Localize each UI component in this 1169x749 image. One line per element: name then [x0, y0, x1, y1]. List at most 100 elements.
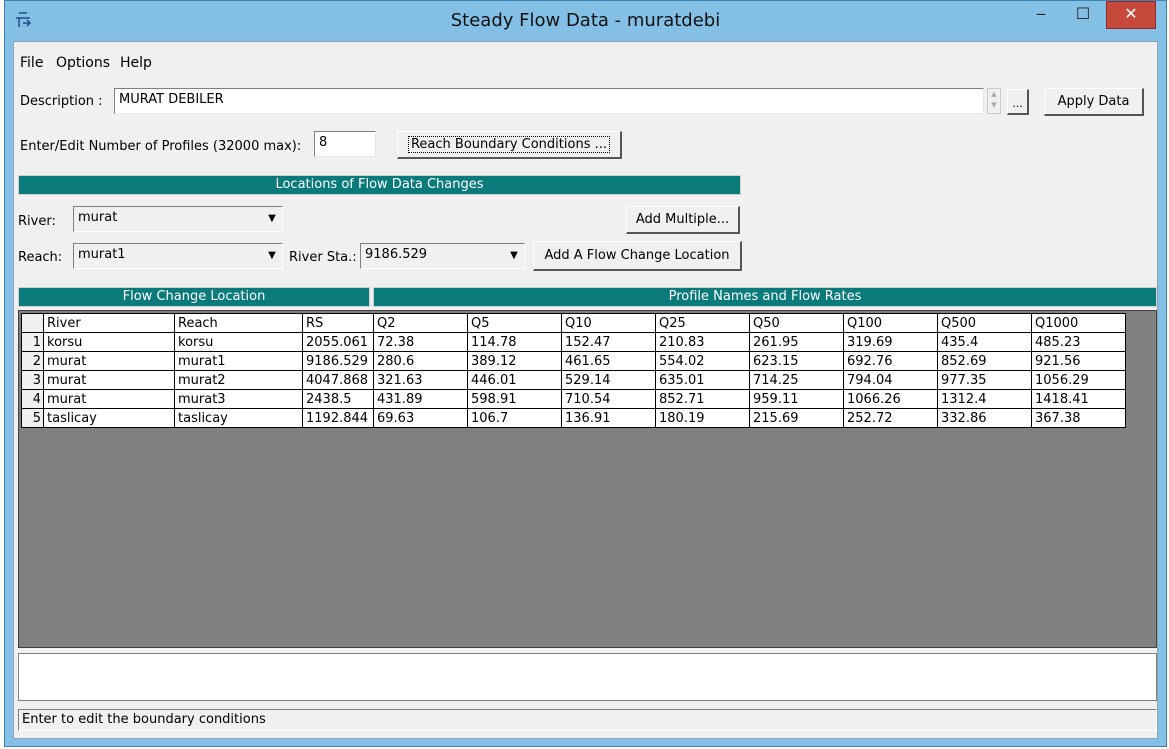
column-header[interactable]: Q2	[373, 313, 468, 333]
table-cell[interactable]: 9186.529	[302, 351, 374, 371]
table-cell[interactable]: murat1	[174, 351, 303, 371]
description-input[interactable]: MURAT DEBILER	[114, 88, 984, 114]
table-cell[interactable]: 261.95	[749, 332, 844, 352]
table-cell[interactable]: korsu	[174, 332, 303, 352]
minimize-button[interactable]: ‒	[1021, 1, 1061, 29]
column-header[interactable]: Q25	[655, 313, 750, 333]
table-row[interactable]: 1 korsu korsu 2055.061 72.38 114.78 152.47 210.…	[21, 332, 1126, 352]
table-cell[interactable]: 389.12	[467, 351, 562, 371]
description-scroll[interactable]: ▲ ▼	[987, 88, 1001, 114]
table-cell[interactable]: 431.89	[373, 389, 468, 409]
table-cell[interactable]: 921.56	[1031, 351, 1126, 371]
river-station-select[interactable]: 9186.529 ▼	[360, 243, 525, 269]
table-cell[interactable]: 1056.29	[1031, 370, 1126, 390]
title-bar[interactable]: Steady Flow Data - muratdebi ‒ ☐ ✕	[5, 1, 1166, 41]
table-row[interactable]: 4 murat murat3 2438.5 431.89 598.91 710.54 852.…	[21, 389, 1126, 409]
table-cell[interactable]: 4047.868	[302, 370, 374, 390]
column-header[interactable]: Q100	[843, 313, 938, 333]
table-cell[interactable]: 319.69	[843, 332, 938, 352]
client-area: File Options Help Description : MURAT DE…	[13, 41, 1158, 739]
table-cell[interactable]: murat	[43, 351, 175, 371]
table-cell[interactable]: 210.83	[655, 332, 750, 352]
table-cell[interactable]: 959.11	[749, 389, 844, 409]
menu-help[interactable]: Help	[120, 55, 152, 71]
table-cell[interactable]: murat3	[174, 389, 303, 409]
table-cell[interactable]: 321.63	[373, 370, 468, 390]
table-cell[interactable]: 367.38	[1031, 408, 1126, 428]
steady-flow-window: Steady Flow Data - muratdebi ‒ ☐ ✕ File …	[4, 0, 1167, 747]
table-cell[interactable]: taslicay	[174, 408, 303, 428]
table-cell[interactable]: 69.63	[373, 408, 468, 428]
menu-options[interactable]: Options	[56, 55, 110, 71]
table-cell[interactable]: 977.35	[937, 370, 1032, 390]
maximize-button[interactable]: ☐	[1063, 1, 1103, 29]
table-cell[interactable]: 623.15	[749, 351, 844, 371]
row-number[interactable]: 3	[21, 370, 44, 390]
row-number[interactable]: 4	[21, 389, 44, 409]
column-header[interactable]: Q5	[467, 313, 562, 333]
table-cell[interactable]: 252.72	[843, 408, 938, 428]
table-cell[interactable]: 136.91	[561, 408, 656, 428]
table-cell[interactable]: korsu	[43, 332, 175, 352]
table-cell[interactable]: 485.23	[1031, 332, 1126, 352]
row-number[interactable]: 2	[21, 351, 44, 371]
row-number[interactable]: 1	[21, 332, 44, 352]
table-cell[interactable]: 692.76	[843, 351, 938, 371]
table-cell[interactable]: 852.69	[937, 351, 1032, 371]
add-multiple-button[interactable]: Add Multiple...	[626, 206, 740, 234]
table-cell[interactable]: 554.02	[655, 351, 750, 371]
table-cell[interactable]: 446.01	[467, 370, 562, 390]
table-cell[interactable]: 794.04	[843, 370, 938, 390]
table-cell[interactable]: 1312.4	[937, 389, 1032, 409]
reach-select[interactable]: murat1 ▼	[73, 243, 283, 269]
table-cell[interactable]: 215.69	[749, 408, 844, 428]
column-header[interactable]: Q500	[937, 313, 1032, 333]
close-button[interactable]: ✕	[1106, 1, 1156, 29]
locations-header: Locations of Flow Data Changes	[18, 175, 741, 195]
reach-select-value: murat1	[78, 247, 126, 262]
table-cell[interactable]: murat2	[174, 370, 303, 390]
table-cell[interactable]: murat	[43, 389, 175, 409]
table-cell[interactable]: 280.6	[373, 351, 468, 371]
description-ellipsis-button[interactable]: ...	[1007, 89, 1029, 115]
table-cell[interactable]: taslicay	[43, 408, 175, 428]
table-cell[interactable]: 106.7	[467, 408, 562, 428]
column-header[interactable]: Q1000	[1031, 313, 1126, 333]
table-cell[interactable]: 435.4	[937, 332, 1032, 352]
table-cell[interactable]: 114.78	[467, 332, 562, 352]
profiles-count-input[interactable]: 8	[314, 131, 376, 157]
table-cell[interactable]: murat	[43, 370, 175, 390]
table-row[interactable]: 2 murat murat1 9186.529 280.6 389.12 461.65 554…	[21, 351, 1126, 371]
table-cell[interactable]: 2055.061	[302, 332, 374, 352]
add-flow-change-location-button[interactable]: Add A Flow Change Location	[533, 241, 742, 271]
table-cell[interactable]: 714.25	[749, 370, 844, 390]
row-number[interactable]: 5	[21, 408, 44, 428]
table-cell[interactable]: 2438.5	[302, 389, 374, 409]
profile-names-header: Profile Names and Flow Rates	[373, 287, 1157, 307]
table-cell[interactable]: 180.19	[655, 408, 750, 428]
message-box	[18, 653, 1157, 701]
table-row[interactable]: 5 taslicay taslicay 1192.844 69.63 106.7 136.9…	[21, 408, 1126, 428]
reach-boundary-conditions-button[interactable]: Reach Boundary Conditions ...	[397, 131, 622, 159]
column-header[interactable]: River	[43, 313, 175, 333]
table-row[interactable]: 3 murat murat2 4047.868 321.63 446.01 529.14 63…	[21, 370, 1126, 390]
table-cell[interactable]: 1192.844	[302, 408, 374, 428]
table-cell[interactable]: 710.54	[561, 389, 656, 409]
table-cell[interactable]: 72.38	[373, 332, 468, 352]
table-cell[interactable]: 332.86	[937, 408, 1032, 428]
table-cell[interactable]: 152.47	[561, 332, 656, 352]
table-cell[interactable]: 598.91	[467, 389, 562, 409]
table-cell[interactable]: 461.65	[561, 351, 656, 371]
table-cell[interactable]: 1066.26	[843, 389, 938, 409]
column-header[interactable]: Q50	[749, 313, 844, 333]
column-header[interactable]: Q10	[561, 313, 656, 333]
river-select[interactable]: murat ▼	[73, 206, 283, 232]
table-cell[interactable]: 852.71	[655, 389, 750, 409]
table-cell[interactable]: 635.01	[655, 370, 750, 390]
table-cell[interactable]: 529.14	[561, 370, 656, 390]
column-header[interactable]: RS	[302, 313, 374, 333]
apply-data-button[interactable]: Apply Data	[1044, 88, 1144, 116]
menu-file[interactable]: File	[20, 55, 43, 71]
column-header[interactable]: Reach	[174, 313, 303, 333]
table-cell[interactable]: 1418.41	[1031, 389, 1126, 409]
